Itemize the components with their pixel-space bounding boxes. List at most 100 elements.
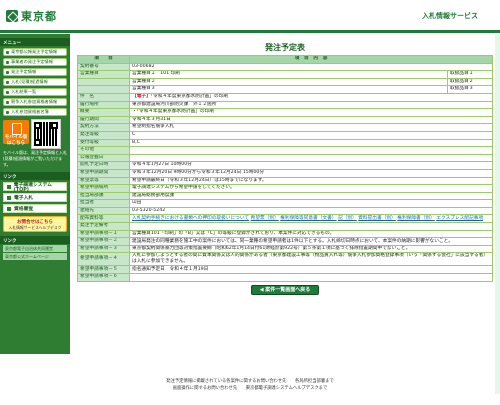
document-link[interactable]: エクスプレス配記事項	[436, 216, 483, 221]
tokyo-logo[interactable]: 東京都	[6, 8, 57, 24]
row-value: 入札に参加しようとする者の間に資本関係又は人的関係がある者（東京都建設工事等（物…	[129, 252, 493, 267]
right-margin-bar	[495, 34, 500, 394]
row-label: 契約方法	[77, 123, 130, 132]
row-label: 希望申請事項－１	[77, 229, 130, 239]
table-row: 営業種目 営業種目１ 101 印刷 取扱品目１	[77, 70, 493, 79]
sidebar-menu-item[interactable]: 発注予定情報	[3, 68, 67, 76]
page-header: 東京都 入札情報サービス	[0, 0, 500, 34]
row-value-text: ・「令和４年度東京都水防計画」の印刷	[132, 109, 215, 115]
sidebar-menu-item[interactable]: 入札(見積)経過情報	[3, 78, 67, 86]
document-link[interactable]: 権利保障書（別）	[397, 216, 435, 221]
menu-bullet-icon	[6, 110, 9, 114]
row-value-text: C	[132, 132, 136, 138]
sidebar-menu-item[interactable]: 競争入札参加資格者情報	[3, 98, 67, 106]
row-value-text: 03-5320-5242	[132, 207, 166, 213]
sidebar-menu-item[interactable]: 東京都公報発注予定情報	[3, 48, 67, 56]
row-value-text: 建設局総務部用度課	[132, 192, 175, 198]
table-row: 発注等級 C	[77, 130, 493, 140]
row-value-text: 建設局発注の同種業務を施工中の案件においては、同一業種の希望申請者は1件以下とす…	[132, 238, 453, 244]
table-row: 履行場所 東京都建設局河川部防災課 外１２箇所	[77, 100, 493, 110]
row-label: 開札予定日時	[77, 161, 130, 170]
sidebar-foot-link[interactable]: 東京都電子自治体共同運営	[3, 245, 67, 252]
sidebar-menu-item[interactable]: 事業者の発注予定情報	[3, 58, 67, 66]
table-row: 希望申請事項－１ 営業種目101「印刷」の「B」又は「C」の等級に登録がされており…	[77, 229, 493, 239]
table-row: 担当局部課 建設局総務部用度課	[77, 191, 493, 201]
row-value: B,C	[129, 138, 493, 148]
row-value: 令和４年1月27日 10時00分	[129, 161, 493, 170]
row-value: 希望制指名競争入札	[129, 123, 493, 132]
table-row: 開札予定日時 令和４年1月27日 10時00分	[77, 161, 493, 170]
tokyo-emblem-icon	[6, 10, 18, 22]
row-links: 入札契約手続きにおける書類への押印の取扱いについて 希望票（別） 権利保障等同意…	[129, 214, 493, 224]
table-row: 履行期間 令和４年３月31日	[77, 115, 493, 125]
table-row: 希望申請事項－３ 東京都契約関係暴力団等対策措置要綱（昭和62年1月14日付61財…	[77, 244, 493, 254]
menu-bullet-icon	[6, 70, 9, 74]
row-value: 03-00682	[129, 62, 493, 72]
mobile-promo: モバイル版はこちら	[3, 119, 67, 149]
row-value: 指名通知予定日 令和４年１月19日	[129, 265, 493, 275]
row-value: 電子調達システムから希望申請をしてください。	[129, 184, 493, 193]
row-value: 山田	[129, 199, 493, 208]
footer-line-1: 発注予定情報に掲載されている各案件に関するお問い合わせ先 各局所担当部署まで	[166, 379, 334, 384]
row-label: 履行期間	[77, 115, 130, 125]
sidebar-menu-item[interactable]: 入札結果一覧	[3, 88, 67, 96]
helpdesk-banner[interactable]: お問合せはこちら 入札情報サービスヘルプデスク	[3, 216, 67, 232]
row-label: 概要	[77, 108, 130, 117]
sidebar-menu-item[interactable]: 入札参加資格者名簿	[3, 108, 67, 116]
table-row: 希望申請事項－６	[77, 273, 493, 282]
sidebar-menu-label: 事業者の発注予定情報	[11, 59, 53, 64]
order-schedule-table: 項 目 項 目 内 容 契約番号 03-00682 営業種目 営業種目１ 101 印刷…	[77, 55, 493, 282]
row-label: 担当局部課	[77, 191, 130, 201]
row-extra: 取扱品目１	[447, 70, 493, 79]
sidebar-link[interactable]: 電子調達システム(TOP)	[3, 182, 67, 193]
row-value-text: 指名通知予定日 令和４年１月19日	[132, 266, 209, 272]
row-label: 契約番号	[77, 62, 130, 72]
row-label: その他	[77, 146, 130, 155]
mobile-version-button[interactable]: モバイル版はこちら	[3, 120, 29, 146]
sidebar-section-links-2: リンク	[0, 236, 70, 244]
sidebar-menu-label: 発注予定情報	[11, 69, 37, 74]
table-row: 希望申請事項－２ 建設局発注の同種業務を施工中の案件においては、同一業種の希望申請…	[77, 237, 493, 246]
row-label: 連絡先	[77, 206, 130, 216]
row-value-text: 営業種目101「印刷」の「B」又は「C」の等級に登録がされており、本案件に対応で…	[132, 230, 335, 236]
row-value-text: 入札に参加しようとする者の間に資本関係又は人的関係がある者（東京都建設工事等（物…	[132, 253, 489, 265]
row-value-text: 「令和４年度東京都水防計画」の印刷	[150, 94, 229, 100]
sidebar: メニュー 東京都公報発注予定情報 事業者の発注予定情報 発注予定情報 入札(見積)経過…	[0, 34, 70, 354]
row-value: 03-5320-5242	[129, 206, 493, 216]
table-row: 連絡先 03-5320-5242	[77, 206, 493, 216]
row-value	[129, 273, 493, 282]
document-link[interactable]: 権利保障等同意書（文書）	[280, 216, 336, 221]
table-row: 発注予定備考	[77, 222, 493, 231]
sidebar-link[interactable]: 電子入札	[3, 193, 67, 202]
sidebar-section-links: リンク	[0, 172, 70, 180]
row-label: 希望申請事項－２	[77, 237, 130, 246]
menu-bullet-icon	[6, 80, 9, 84]
table-row: 希望申請事項－４ 入札に参加しようとする者の間に資本関係又は人的関係がある者（東京…	[77, 252, 493, 267]
row-label: 発注等級	[77, 130, 130, 140]
row-label: 営業種目	[77, 70, 130, 79]
row-value-text: 電子調達システムから希望申請をしてください。	[132, 185, 235, 191]
table-header-row: 項 目 項 目 内 容	[77, 55, 493, 64]
main-content: 発注予定表 項 目 項 目 内 容 契約番号 03-00682 営業種目 営業種目１ …	[76, 34, 494, 295]
table-row: 受付等級 B,C	[77, 138, 493, 148]
document-link[interactable]: 入札契約手続きにおける書類への押印の取扱いについて	[132, 216, 249, 221]
back-button-label: 案件一覧画面へ戻る	[265, 286, 311, 293]
row-value: 営業種目101「印刷」の「B」又は「C」の等級に登録がされており、本案件に対応で…	[129, 229, 493, 239]
back-to-list-button[interactable]: ◀ 案件一覧画面へ戻る	[251, 284, 319, 295]
menu-bullet-icon	[6, 90, 9, 94]
row-value	[129, 222, 493, 231]
header-content: 項 目 内 容	[129, 55, 493, 64]
table-row: 希望申請期間 令和３年12月20日 9時00分から令和３年12月24日 15時00…	[77, 168, 493, 178]
document-link[interactable]: 希望票（別）	[251, 216, 279, 221]
table-row: その他	[77, 146, 493, 155]
row-label: 履行場所	[77, 100, 130, 110]
document-link[interactable]: 資料提出書（別）	[358, 216, 396, 221]
document-link[interactable]: 記（別）	[338, 216, 357, 221]
table-row: 希望申請場所 電子調達システムから希望申請をしてください。	[77, 184, 493, 193]
header-divider	[0, 30, 500, 33]
helpdesk-subtitle: 入札情報サービスヘルプデスク	[8, 225, 62, 230]
table-row: 営業種目３ 取扱品目３	[77, 85, 493, 94]
sidebar-foot-link[interactable]: 東京都公式ホームページ	[3, 253, 67, 260]
sidebar-link[interactable]: 資格審査	[3, 204, 67, 213]
service-title: 入札情報サービス	[422, 12, 478, 20]
